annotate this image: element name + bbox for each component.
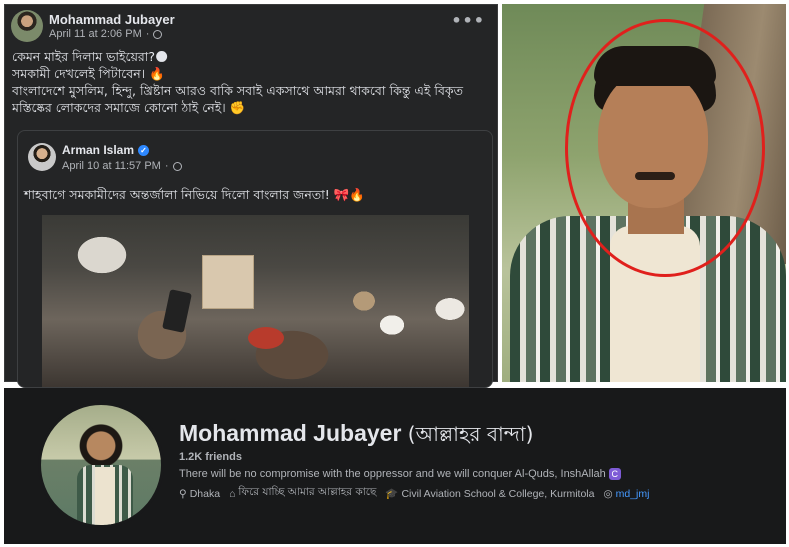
friends-count[interactable]: 1.2K friends [179,451,242,463]
instagram-link[interactable]: md_jmj [616,488,650,500]
instagram-icon: ◎ [603,487,613,500]
phone-figure [162,289,192,333]
post-text-line: সমকামী দেখলেই পিটাবেন। 🔥 [12,66,165,81]
more-options-icon[interactable]: ••• [451,11,485,30]
highlight-circle [565,19,765,277]
globe-icon [153,29,163,39]
school-text[interactable]: Civil Aviation School & College, Kurmito… [401,488,594,500]
post-author-name[interactable]: Mohammad Jubayer [49,12,175,27]
graduation-cap-icon: 🎓 [385,488,399,500]
red-cap-figure [248,327,284,349]
location-text[interactable]: Dhaka [190,488,220,500]
bio-badge-icon: C [608,468,621,480]
profile-header: Mohammad Jubayer (আল্লাহর বান্দা) 1.2K f… [4,388,786,544]
profile-name-text: Mohammad Jubayer [179,420,402,446]
facebook-post: Mohammad Jubayer April 11 at 2:06 PM · •… [4,4,498,388]
bio-text: There will be no compromise with the opp… [179,468,606,480]
shared-author-avatar[interactable] [28,143,56,171]
profile-alt-name: (আল্লাহর বান্দা) [407,422,534,446]
intro-status: ⌂ ফিরে যাচ্ছি আমার আল্লাহর কাছে [229,485,376,502]
post-text-line: কেমন মাইর দিলাম ভাইয়েরা?🌑 [12,49,169,64]
post-text-line: মস্তিষ্কের লোকদের সমাজে কোনো ঠাই নেই। ✊ [12,100,246,115]
shopping-bag-figure [202,255,254,309]
post-timestamp[interactable]: April 11 at 2:06 PM [49,28,142,40]
profile-photo-highlighted [502,4,786,382]
shared-author: Arman Islam ✓ [62,143,150,157]
home-icon: ⌂ [229,487,236,500]
intro-location: ⚲ Dhaka [179,485,220,502]
author-avatar[interactable] [11,10,43,42]
screenshot-collage: Mohammad Jubayer April 11 at 2:06 PM · •… [0,0,789,547]
video-thumbnail[interactable] [42,215,469,387]
shared-post[interactable]: Arman Islam ✓ April 10 at 11:57 PM · শাহ… [17,130,493,388]
shared-post-text: শাহবাগে সমকামীদের অন্তর্জালা নিভিয়ে দিল… [24,187,365,202]
profile-intro: ⚲ Dhaka ⌂ ফিরে যাচ্ছি আমার আল্লাহর কাছে … [179,485,649,502]
avatar-tee [95,467,115,525]
shared-author-name[interactable]: Arman Islam [62,143,134,157]
profile-bio: There will be no compromise with the opp… [179,468,621,480]
shared-post-meta: April 10 at 11:57 PM · [62,160,182,172]
post-meta: April 11 at 2:06 PM · [49,28,163,40]
status-text: ফিরে যাচ্ছি আমার আল্লাহর কাছে [238,486,377,498]
post-text: কেমন মাইর দিলাম ভাইয়েরা?🌑 সমকামী দেখলেই… [12,48,492,116]
verified-badge-icon: ✓ [138,144,150,156]
location-pin-icon: ⚲ [179,487,187,500]
profile-avatar[interactable] [38,402,164,528]
globe-icon [172,161,182,171]
profile-name: Mohammad Jubayer (আল্লাহর বান্দা) [179,420,533,453]
intro-school: 🎓 Civil Aviation School & College, Kurmi… [385,485,594,502]
intro-instagram: ◎ md_jmj [603,485,649,502]
post-text-line: বাংলাদেশে মুসলিম, হিন্দু, খ্রিষ্টান আরও … [12,83,464,98]
shared-post-timestamp[interactable]: April 10 at 11:57 PM [62,160,161,172]
